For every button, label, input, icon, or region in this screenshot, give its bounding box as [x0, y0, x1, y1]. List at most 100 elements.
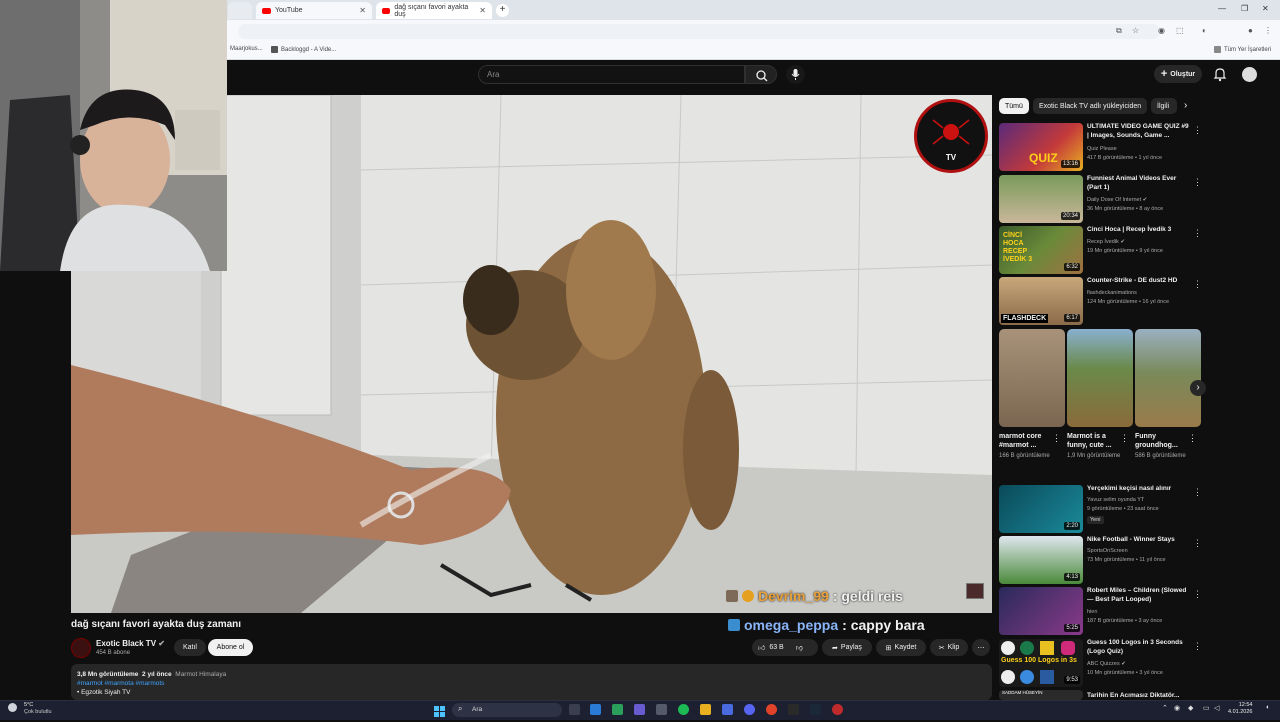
video-title[interactable]: Funniest Animal Videos Ever (Part 1)	[1087, 175, 1191, 192]
video-thumbnail[interactable]: 2:20	[999, 485, 1083, 533]
video-title[interactable]: Nike Football - Winner Stays	[1087, 536, 1191, 545]
browser-tab-youtube[interactable]: YouTube ✕	[256, 2, 372, 19]
shorts-next-button[interactable]: ›	[1190, 380, 1206, 396]
bookmark-item[interactable]: Maarjokus...	[230, 46, 263, 52]
video-channel[interactable]: Yavuz selim oyunda YT	[1087, 497, 1144, 503]
video-thumbnail[interactable]: Guess 100 Logos in 3s 9:53	[999, 639, 1083, 687]
notifications-bell-icon[interactable]	[1212, 66, 1228, 82]
more-options-icon[interactable]: ⋮	[1188, 433, 1197, 444]
video-thumbnail[interactable]: 5:25	[999, 587, 1083, 635]
chip-all[interactable]: Tümü	[999, 98, 1029, 114]
close-window-button[interactable]: ✕	[1262, 4, 1269, 13]
app-icon[interactable]	[656, 704, 667, 715]
video-title[interactable]: Robert Miles – Children (Slowed — Best P…	[1087, 587, 1191, 604]
teams-icon[interactable]	[634, 704, 645, 715]
sidebar-video[interactable]: SADDAM HÜSEYİN Tarihin En Acımasız Dikta…	[999, 690, 1201, 700]
save-button[interactable]: ⊞ Kaydet	[876, 639, 926, 656]
spotify-icon[interactable]	[678, 704, 689, 715]
sidebar-video[interactable]: 2:20 Yerçekimi keçisi nasıl alınır Yavuz…	[999, 485, 1202, 533]
sidebar-video[interactable]: QUIZ 13:16 ULTIMATE VIDEO GAME QUIZ #9 |…	[999, 123, 1202, 171]
create-button[interactable]: + Oluştur	[1154, 65, 1202, 83]
video-title[interactable]: Guess 100 Logos in 3 Seconds (Logo Quiz)	[1087, 639, 1191, 656]
all-bookmarks[interactable]: Tüm Yer İşaretleri	[1214, 46, 1271, 53]
copilot-icon[interactable]	[590, 704, 601, 715]
bookmark-item[interactable]: Backloggd - A Vide...	[271, 46, 336, 53]
system-clock[interactable]: 12:54 4.01.2026	[1228, 702, 1252, 716]
video-thumbnail[interactable]: QUIZ 13:16	[999, 123, 1083, 171]
clip-button[interactable]: ✂ Klip	[930, 639, 968, 656]
close-tab-icon[interactable]: ✕	[359, 6, 366, 15]
thumbs-up-icon[interactable]: 👍︎	[758, 643, 765, 652]
sidebar-video[interactable]: 5:25 Robert Miles – Children (Slowed — B…	[999, 587, 1202, 635]
profile-icon[interactable]: ◐	[1202, 26, 1207, 35]
discord-icon[interactable]	[744, 704, 755, 715]
voice-search-button[interactable]	[786, 65, 805, 84]
chevron-right-icon[interactable]: ›	[1184, 100, 1187, 111]
omnibox[interactable]	[238, 24, 1160, 39]
app-icon[interactable]	[722, 704, 733, 715]
chrome-icon[interactable]	[766, 704, 777, 715]
video-thumbnail[interactable]: FLASHDECK 6:17	[999, 277, 1083, 325]
thumbs-down-icon[interactable]: 👎︎	[796, 643, 803, 652]
bookmark-star-icon[interactable]: ☆	[1132, 26, 1139, 35]
video-channel[interactable]: flashdeckanimations	[1087, 290, 1137, 296]
short-item[interactable]: Funny groundhog... 586 B görüntüleme ⋮	[1135, 329, 1201, 460]
video-thumbnail[interactable]: CİNCİ HOCA RECEP İVEDİK 3 6:32	[999, 226, 1083, 274]
browser-tab-active[interactable]: dağ sıçanı favori ayakta duş ✕	[376, 2, 492, 19]
file-explorer-icon[interactable]	[700, 704, 711, 715]
maximize-button[interactable]: ❐	[1241, 4, 1248, 13]
more-options-icon[interactable]: ⋮	[1193, 125, 1202, 136]
video-title[interactable]: Yerçekimi keçisi nasıl alınır	[1087, 485, 1191, 494]
video-title[interactable]: Counter-Strike - DE dust2 HD	[1087, 277, 1191, 286]
video-thumbnail[interactable]: 4:13	[999, 536, 1083, 584]
video-channel[interactable]: ABC Quizzes ✔	[1087, 661, 1126, 667]
more-options-icon[interactable]: ⋮	[1193, 177, 1202, 188]
short-title[interactable]: Marmot is a funny, cute ...	[1067, 432, 1119, 450]
video-channel[interactable]: SportsOnScreen	[1087, 548, 1128, 554]
more-options-icon[interactable]: ⋮	[1193, 641, 1202, 652]
widgets-icon[interactable]	[612, 704, 623, 715]
more-actions-button[interactable]: ⋯	[972, 639, 990, 656]
video-thumbnail[interactable]: 20:34	[999, 175, 1083, 223]
video-title[interactable]: ULTIMATE VIDEO GAME QUIZ #9 | Images, So…	[1087, 123, 1191, 140]
extension-icon[interactable]: ◉	[1158, 26, 1165, 35]
more-options-icon[interactable]: ⋮	[1193, 279, 1202, 290]
start-windows-icon[interactable]	[434, 704, 445, 717]
weather-widget[interactable]: 5°C Çok bulutlu	[8, 702, 52, 716]
channel-avatar[interactable]	[71, 638, 91, 658]
puzzle-icon[interactable]: ⬚	[1176, 26, 1184, 35]
account-avatar[interactable]	[1242, 67, 1257, 82]
share-button[interactable]: ➦ Paylaş	[822, 639, 872, 656]
end-screen-thumbnail[interactable]	[966, 583, 984, 599]
network-icon[interactable]: ▭	[1203, 704, 1210, 712]
task-view-icon[interactable]	[569, 704, 580, 715]
tray-chevron-icon[interactable]: ⌃	[1162, 704, 1168, 712]
obs-icon[interactable]	[832, 704, 843, 715]
search-input[interactable]: Ara	[478, 65, 745, 84]
sidebar-video[interactable]: FLASHDECK 6:17 Counter-Strike - DE dust2…	[999, 277, 1202, 325]
tray-app-icon[interactable]: ◆	[1188, 704, 1193, 712]
more-options-icon[interactable]: ⋮	[1052, 433, 1061, 444]
more-options-icon[interactable]: ⋮	[1193, 487, 1202, 498]
sidebar-video[interactable]: 4:13 Nike Football - Winner Stays Sports…	[999, 536, 1202, 584]
avatar-icon[interactable]: ●	[1248, 26, 1253, 35]
video-title[interactable]: Cinci Hoca | Recep İvedik 3	[1087, 226, 1191, 235]
search-button[interactable]	[745, 65, 777, 84]
app-icon[interactable]	[788, 704, 799, 715]
chip-from-uploader[interactable]: Exotic Black TV adlı yükleyiciden	[1033, 98, 1148, 114]
like-dislike-group[interactable]: 👍︎ 63 B 👎︎	[752, 639, 818, 656]
short-item[interactable]: marmot core #marmot ... 166 B görüntülem…	[999, 329, 1065, 460]
minimize-button[interactable]: —	[1218, 4, 1226, 13]
new-tab-button[interactable]: +	[496, 4, 509, 17]
short-title[interactable]: Funny groundhog...	[1135, 432, 1187, 450]
notification-center-icon[interactable]: ◐	[1266, 704, 1270, 711]
steam-icon[interactable]	[810, 704, 821, 715]
channel-name[interactable]: Exotic Black TV ✔	[96, 639, 165, 648]
short-title[interactable]: marmot core #marmot ...	[999, 432, 1051, 450]
sidebar-video[interactable]: CİNCİ HOCA RECEP İVEDİK 3 6:32 Cinci Hoc…	[999, 226, 1202, 274]
more-options-icon[interactable]: ⋮	[1193, 589, 1202, 600]
video-channel[interactable]: Recep İvedik ✔	[1087, 239, 1125, 245]
subscribe-button[interactable]: Abone ol	[208, 639, 253, 656]
short-item[interactable]: Marmot is a funny, cute ... 1,9 Mn görün…	[1067, 329, 1133, 460]
hashtags[interactable]: #marmot #marmota #marmots	[77, 679, 986, 688]
